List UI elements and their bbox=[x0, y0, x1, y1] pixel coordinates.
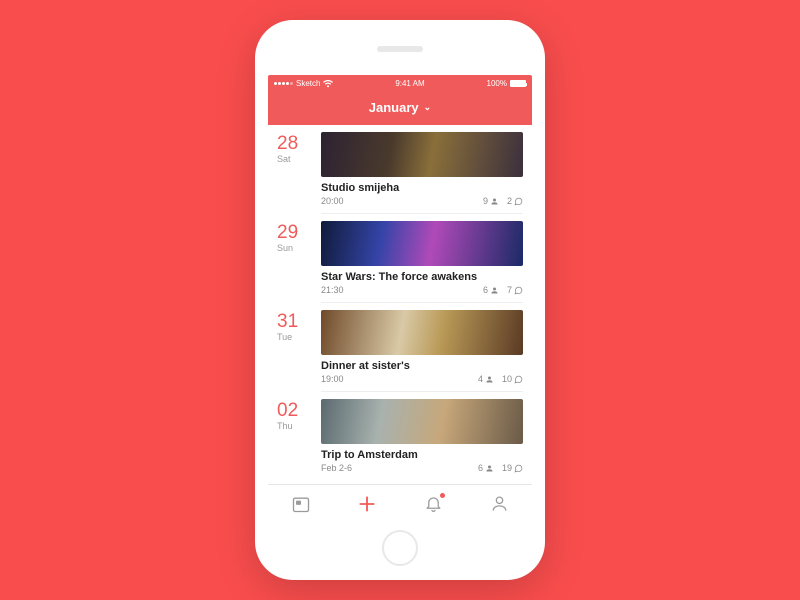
tab-calendar[interactable] bbox=[268, 485, 334, 522]
comment-icon bbox=[514, 286, 523, 295]
event-date: 02 Thu bbox=[277, 399, 311, 480]
event-row[interactable]: 28 Sat Studio smijeha 20:00 9 2 bbox=[268, 125, 532, 214]
person-icon bbox=[490, 494, 509, 513]
event-stats: 6 19 bbox=[478, 463, 523, 473]
event-time: Feb 2-6 bbox=[321, 463, 352, 473]
date-day: Sun bbox=[277, 243, 311, 253]
tab-profile[interactable] bbox=[466, 485, 532, 522]
event-row[interactable]: 29 Sun Star Wars: The force awakens 21:3… bbox=[268, 214, 532, 303]
event-image bbox=[321, 310, 523, 355]
event-image bbox=[321, 221, 523, 266]
date-day: Tue bbox=[277, 332, 311, 342]
carrier-label: Sketch bbox=[296, 79, 320, 88]
event-stats: 4 10 bbox=[478, 374, 523, 384]
event-stats: 9 2 bbox=[483, 196, 523, 206]
event-time: 19:00 bbox=[321, 374, 344, 384]
people-icon bbox=[490, 197, 499, 206]
people-icon bbox=[485, 464, 494, 473]
event-date: 29 Sun bbox=[277, 221, 311, 303]
event-image bbox=[321, 132, 523, 177]
attendee-count: 4 bbox=[478, 374, 483, 384]
screen: Sketch 9:41 AM 100% January ⌄ 28 Sat bbox=[268, 75, 532, 522]
battery-icon bbox=[510, 80, 526, 87]
date-number: 31 bbox=[277, 312, 311, 331]
chevron-down-icon: ⌄ bbox=[424, 102, 432, 113]
event-stats: 6 7 bbox=[483, 285, 523, 295]
wifi-icon bbox=[323, 80, 333, 88]
event-image bbox=[321, 399, 523, 444]
attendee-count: 6 bbox=[478, 463, 483, 473]
signal-dots-icon bbox=[274, 82, 293, 85]
comment-icon bbox=[514, 375, 523, 384]
month-selector[interactable]: January ⌄ bbox=[268, 92, 532, 125]
event-row[interactable]: 02 Thu Trip to Amsterdam Feb 2-6 6 19 bbox=[268, 392, 532, 480]
comment-icon bbox=[514, 197, 523, 206]
comment-count: 19 bbox=[502, 463, 512, 473]
tab-add[interactable] bbox=[334, 485, 400, 522]
tab-notifications[interactable] bbox=[400, 485, 466, 522]
notification-dot-icon bbox=[440, 493, 445, 498]
calendar-icon bbox=[291, 494, 311, 514]
date-day: Thu bbox=[277, 421, 311, 431]
event-feed[interactable]: 28 Sat Studio smijeha 20:00 9 2 bbox=[268, 125, 532, 484]
comment-count: 7 bbox=[507, 285, 512, 295]
event-time: 20:00 bbox=[321, 196, 344, 206]
event-date: 31 Tue bbox=[277, 310, 311, 392]
people-icon bbox=[485, 375, 494, 384]
date-day: Sat bbox=[277, 154, 311, 164]
comment-count: 10 bbox=[502, 374, 512, 384]
phone-speaker bbox=[377, 46, 423, 52]
clock-label: 9:41 AM bbox=[395, 79, 424, 88]
plus-icon bbox=[357, 494, 377, 514]
date-number: 29 bbox=[277, 223, 311, 242]
event-title: Dinner at sister's bbox=[321, 360, 523, 372]
attendee-count: 6 bbox=[483, 285, 488, 295]
status-bar: Sketch 9:41 AM 100% bbox=[268, 75, 532, 92]
month-label: January bbox=[369, 100, 419, 115]
date-number: 02 bbox=[277, 401, 311, 420]
event-title: Trip to Amsterdam bbox=[321, 449, 523, 461]
comment-count: 2 bbox=[507, 196, 512, 206]
event-row[interactable]: 31 Tue Dinner at sister's 19:00 4 10 bbox=[268, 303, 532, 392]
event-time: 21:30 bbox=[321, 285, 344, 295]
comment-icon bbox=[514, 464, 523, 473]
event-date: 28 Sat bbox=[277, 132, 311, 214]
tab-bar bbox=[268, 484, 532, 522]
people-icon bbox=[490, 286, 499, 295]
attendee-count: 9 bbox=[483, 196, 488, 206]
date-number: 28 bbox=[277, 134, 311, 153]
battery-label: 100% bbox=[487, 79, 507, 88]
event-title: Studio smijeha bbox=[321, 182, 523, 194]
event-title: Star Wars: The force awakens bbox=[321, 271, 523, 283]
home-button[interactable] bbox=[382, 530, 418, 566]
phone-frame: Sketch 9:41 AM 100% January ⌄ 28 Sat bbox=[255, 20, 545, 580]
